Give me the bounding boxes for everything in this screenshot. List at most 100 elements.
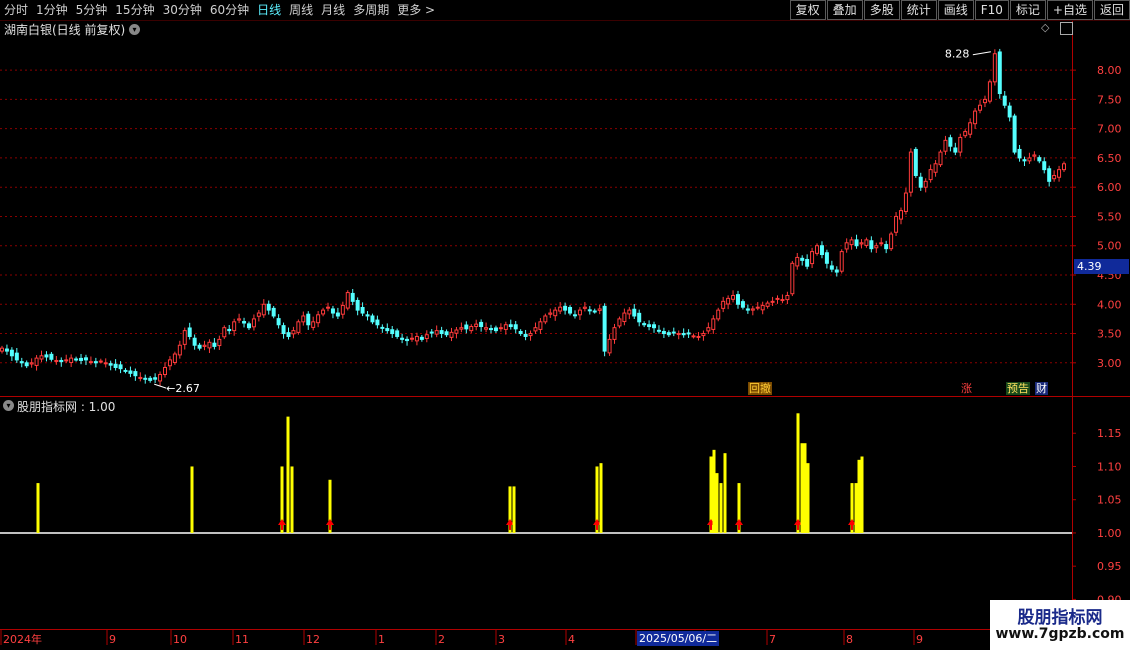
candle-body xyxy=(39,355,44,360)
candle-body xyxy=(385,328,390,332)
candle-body xyxy=(849,239,854,246)
indicator-bar xyxy=(806,463,810,533)
candle-body xyxy=(548,312,553,315)
tag-cai[interactable]: 财 xyxy=(1035,382,1048,395)
candle-body xyxy=(177,344,182,356)
candle-body xyxy=(296,321,301,333)
candle-body xyxy=(459,327,464,330)
candle-body xyxy=(1017,148,1022,159)
candle-body xyxy=(973,110,978,125)
date-label: 10 xyxy=(173,633,187,646)
candle-body xyxy=(69,357,74,364)
candle-body xyxy=(671,331,676,334)
toolbar-button-7[interactable]: +自选 xyxy=(1046,0,1093,20)
candle-body xyxy=(14,352,19,361)
candle-body xyxy=(484,327,489,330)
toolbar-button-5[interactable]: F10 xyxy=(974,0,1009,20)
candle-body xyxy=(330,308,335,314)
candle-body xyxy=(834,269,839,273)
toolbar-button-0[interactable]: 复权 xyxy=(789,0,826,20)
candle-body xyxy=(345,292,350,309)
indicator-bar xyxy=(854,483,858,533)
candle-body xyxy=(24,362,29,367)
period-tab-3[interactable]: 15分钟 xyxy=(111,0,158,20)
period-tab-0[interactable]: 分时 xyxy=(0,0,32,20)
indicator-bar xyxy=(857,459,861,533)
period-tab-9[interactable]: 多周期 xyxy=(349,0,393,20)
candle-body xyxy=(454,329,459,334)
candle-body xyxy=(118,364,123,370)
period-tab-4[interactable]: 30分钟 xyxy=(159,0,206,20)
candle-body xyxy=(879,242,884,245)
candle-body xyxy=(409,337,414,340)
indicator-tick-label: 0.95 xyxy=(1097,560,1122,573)
toolbar-button-2[interactable]: 多股 xyxy=(863,0,900,20)
candle-body xyxy=(19,361,24,364)
candle-body xyxy=(311,321,316,328)
candle-body xyxy=(163,366,168,376)
toolbar-button-1[interactable]: 叠加 xyxy=(826,0,863,20)
toolbar-button-8[interactable]: 返回 xyxy=(1093,0,1130,20)
candle-body xyxy=(316,314,321,324)
toolbar-button-6[interactable]: 标记 xyxy=(1009,0,1046,20)
candle-body xyxy=(770,300,775,303)
candle-body xyxy=(474,323,479,328)
candle-body xyxy=(158,374,163,382)
candle-body xyxy=(1002,95,1007,106)
date-label: 12 xyxy=(306,633,320,646)
date-label: 1 xyxy=(378,633,385,646)
period-tab-2[interactable]: 5分钟 xyxy=(72,0,112,20)
candle-body xyxy=(192,337,197,346)
candle-body xyxy=(395,330,400,337)
candle-body xyxy=(375,319,380,326)
watermark-logo: 股朋指标网 www.7gpzb.com xyxy=(990,600,1130,650)
indicator-bar xyxy=(719,483,723,533)
candle-body xyxy=(1007,105,1012,118)
candle-body xyxy=(167,359,172,367)
top-toolbar: 分时 1分钟 5分钟 15分钟 30分钟 60分钟 日线 周线 月线 多周期 更多 > 复权 叠加 多股… xyxy=(0,0,1130,21)
diamond-icon[interactable]: ◇ xyxy=(1041,21,1049,34)
candle-body xyxy=(790,262,795,295)
candle-body xyxy=(755,306,760,309)
candle-body xyxy=(93,361,98,364)
candle-body xyxy=(918,176,923,188)
candle-body xyxy=(948,137,953,147)
high-label: 8.28 xyxy=(945,48,970,61)
tag-huiche[interactable]: 回撤 xyxy=(748,382,772,395)
candle-body xyxy=(780,299,785,302)
toolbar-button-4[interactable]: 画线 xyxy=(937,0,974,20)
candle-body xyxy=(765,302,770,307)
candle-body xyxy=(1057,169,1062,178)
period-tab-1[interactable]: 1分钟 xyxy=(32,0,72,20)
candle-body xyxy=(563,305,568,311)
tag-zhang[interactable]: 涨 xyxy=(960,382,973,395)
candle-body xyxy=(390,329,395,335)
candle-body xyxy=(29,362,34,365)
indicator-title: 股朋指标网 : 1.00 xyxy=(17,400,116,414)
period-tab-5[interactable]: 60分钟 xyxy=(206,0,253,20)
price-tick-label: 8.00 xyxy=(1097,64,1122,77)
tag-yuegeng[interactable]: 预告 xyxy=(1006,382,1030,395)
candle-body xyxy=(938,151,943,166)
candle-body xyxy=(928,169,933,181)
stock-chart-canvas[interactable]: 3.003.504.004.505.005.506.006.507.007.50… xyxy=(0,0,1130,650)
chevron-down-icon[interactable]: ▾ xyxy=(129,24,140,35)
panel-toggle-icon[interactable] xyxy=(1060,22,1073,35)
signal-arrow-stem xyxy=(509,524,511,530)
candle-body xyxy=(232,321,237,332)
period-tab-7[interactable]: 周线 xyxy=(285,0,317,20)
chevron-down-icon-indicator[interactable]: ▾ xyxy=(3,400,14,411)
signal-arrow-icon xyxy=(278,518,286,525)
candle-body xyxy=(212,342,217,347)
period-tab-6[interactable]: 日线 xyxy=(253,0,285,20)
toolbar-button-3[interactable]: 统计 xyxy=(900,0,937,20)
period-tab-8[interactable]: 月线 xyxy=(317,0,349,20)
candle-body xyxy=(597,308,602,311)
watermark-url: www.7gpzb.com xyxy=(995,626,1125,642)
indicator-bar xyxy=(723,453,727,533)
candle-body xyxy=(449,331,454,338)
candle-body xyxy=(543,315,548,323)
candle-body xyxy=(819,245,824,256)
candle-body xyxy=(276,318,281,326)
period-tab-10[interactable]: 更多 > xyxy=(393,0,439,20)
